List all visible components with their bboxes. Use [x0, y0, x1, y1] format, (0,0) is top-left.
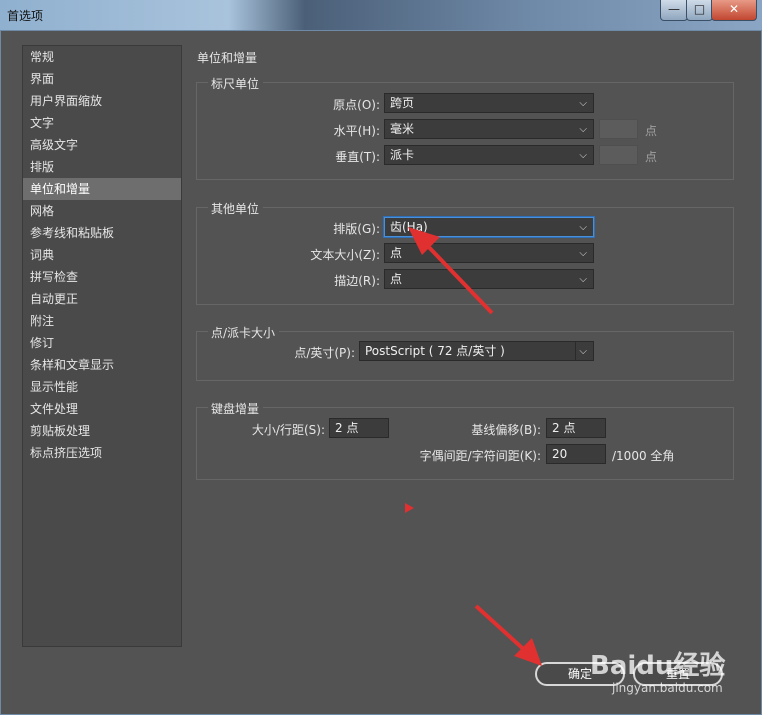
close-button[interactable]: ✕	[711, 0, 757, 21]
sidebar-item-autocorrect[interactable]: 自动更正	[23, 288, 181, 310]
stroke-label: 描边(R):	[334, 274, 380, 288]
sidebar-item-general[interactable]: 常规	[23, 46, 181, 68]
sidebar-item-spelling[interactable]: 拼写检查	[23, 266, 181, 288]
sidebar-item-file-handling[interactable]: 文件处理	[23, 398, 181, 420]
sidebar-item-type[interactable]: 文字	[23, 112, 181, 134]
annotation-arrow-icon	[474, 604, 542, 666]
vertical-label: 垂直(T):	[335, 150, 380, 164]
chevron-down-icon: ⌵	[579, 248, 587, 259]
baseline-shift-input[interactable]: 2 点	[546, 418, 606, 438]
other-units-legend: 其他单位	[208, 200, 264, 217]
sidebar-item-interface[interactable]: 界面	[23, 68, 181, 90]
sidebar-item-units-increments[interactable]: 单位和增量	[23, 178, 181, 200]
horizontal-custom-field	[599, 119, 638, 139]
vertical-custom-field	[599, 145, 638, 165]
kerning-tracking-input[interactable]: 20	[546, 444, 606, 464]
sidebar-item-grids[interactable]: 网格	[23, 200, 181, 222]
origin-label: 原点(O):	[333, 98, 380, 112]
chevron-down-icon: ⌵	[579, 150, 587, 161]
point-pica-legend: 点/派卡大小	[208, 324, 280, 341]
origin-select[interactable]: 跨页 ⌵	[384, 93, 594, 113]
sidebar-item-notes[interactable]: 附注	[23, 310, 181, 332]
titlebar: 首选项 — □ ✕	[0, 0, 762, 30]
chevron-down-icon: ⌵	[579, 274, 587, 285]
sidebar-item-guides[interactable]: 参考线和粘贴板	[23, 222, 181, 244]
window-title: 首选项	[7, 9, 44, 23]
points-inch-label: 点/英寸(P):	[294, 346, 355, 360]
text-size-label: 文本大小(Z):	[310, 248, 380, 262]
size-leading-input[interactable]: 2 点	[329, 418, 389, 438]
kerning-tracking-label: 字偶间距/字符间距(K):	[419, 449, 541, 463]
composition-label: 排版(G):	[333, 222, 380, 236]
watermark-url: jingyan.baidu.com	[612, 681, 723, 695]
baseline-shift-label: 基线偏移(B):	[471, 423, 541, 437]
sidebar-item-ui-scaling[interactable]: 用户界面缩放	[23, 90, 181, 112]
sidebar: 常规 界面 用户界面缩放 文字 高级文字 排版 单位和增量 网格 参考线和粘贴板…	[22, 45, 182, 647]
maximize-button[interactable]: □	[686, 0, 713, 21]
sidebar-item-mojikumi[interactable]: 标点挤压选项	[23, 442, 181, 464]
vertical-unit: 点	[645, 150, 658, 164]
watermark-brand: Baidu经验	[590, 651, 726, 681]
keyboard-increments-group	[196, 407, 734, 480]
ruler-units-legend: 标尺单位	[208, 75, 264, 92]
horizontal-select[interactable]: 毫米 ⌵	[384, 119, 594, 139]
horizontal-unit: 点	[645, 124, 658, 138]
red-triangle-marker	[405, 503, 414, 513]
sidebar-item-advanced-type[interactable]: 高级文字	[23, 134, 181, 156]
chevron-down-icon: ⌵	[579, 346, 587, 357]
chevron-down-icon: ⌵	[579, 98, 587, 109]
kerning-unit: /1000 全角	[612, 449, 675, 463]
sidebar-item-display-performance[interactable]: 显示性能	[23, 376, 181, 398]
points-inch-select[interactable]: PostScript ( 72 点/英寸 ) ⌵	[359, 341, 594, 361]
size-leading-label: 大小/行距(S):	[251, 423, 325, 437]
sidebar-item-dictionary[interactable]: 词典	[23, 244, 181, 266]
vertical-select[interactable]: 派卡 ⌵	[384, 145, 594, 165]
sidebar-item-composition[interactable]: 排版	[23, 156, 181, 178]
annotation-arrow-icon	[408, 227, 494, 315]
minimize-button[interactable]: —	[660, 0, 688, 21]
keyboard-increments-legend: 键盘增量	[208, 400, 264, 417]
sidebar-item-story-editor[interactable]: 条样和文章显示	[23, 354, 181, 376]
chevron-down-icon: ⌵	[579, 124, 587, 135]
sidebar-item-clipboard[interactable]: 剪贴板处理	[23, 420, 181, 442]
sidebar-item-track-changes[interactable]: 修订	[23, 332, 181, 354]
horizontal-label: 水平(H):	[333, 124, 380, 138]
page-title: 单位和增量	[197, 51, 258, 65]
chevron-down-icon: ⌵	[579, 222, 587, 233]
